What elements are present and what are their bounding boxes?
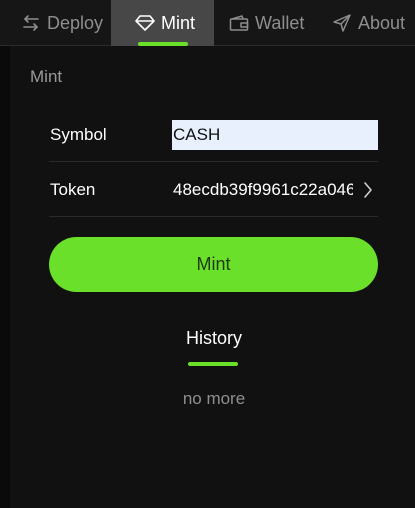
symbol-row: Symbol xyxy=(49,108,378,162)
wallet-icon xyxy=(228,12,250,34)
tab-about-label: About xyxy=(358,12,406,33)
tab-deploy-label: Deploy xyxy=(47,12,104,33)
tab-mint-label: Mint xyxy=(161,12,196,33)
left-edge xyxy=(0,46,10,508)
mint-button[interactable]: Mint xyxy=(49,237,378,292)
symbol-input[interactable] xyxy=(172,120,378,150)
history-indicator xyxy=(188,362,238,366)
history-title[interactable]: History xyxy=(0,328,415,349)
token-label: Token xyxy=(50,180,96,199)
token-value: 48ecdb39f9961c22a046 xyxy=(173,180,353,199)
history-empty-text: no more xyxy=(182,389,246,408)
swap-arrows-icon xyxy=(20,12,42,34)
diamond-icon xyxy=(134,12,156,34)
tab-bar: Deploy Mint Wallet About xyxy=(0,0,415,46)
send-arrow-icon xyxy=(331,12,353,34)
active-tab-indicator xyxy=(138,42,188,46)
symbol-label: Symbol xyxy=(50,125,107,144)
tab-deploy[interactable]: Deploy xyxy=(20,0,110,46)
tab-wallet[interactable]: Wallet xyxy=(228,0,318,46)
tab-wallet-label: Wallet xyxy=(255,12,305,33)
mint-app: Deploy Mint Wallet About Mint Symbol CAS… xyxy=(0,0,415,508)
chevron-right-icon[interactable] xyxy=(361,180,375,200)
section-title: Mint xyxy=(30,67,63,86)
token-row[interactable]: Token 48ecdb39f9961c22a046 xyxy=(49,162,378,217)
tab-mint[interactable]: Mint xyxy=(111,0,214,46)
tab-about[interactable]: About xyxy=(331,0,415,46)
